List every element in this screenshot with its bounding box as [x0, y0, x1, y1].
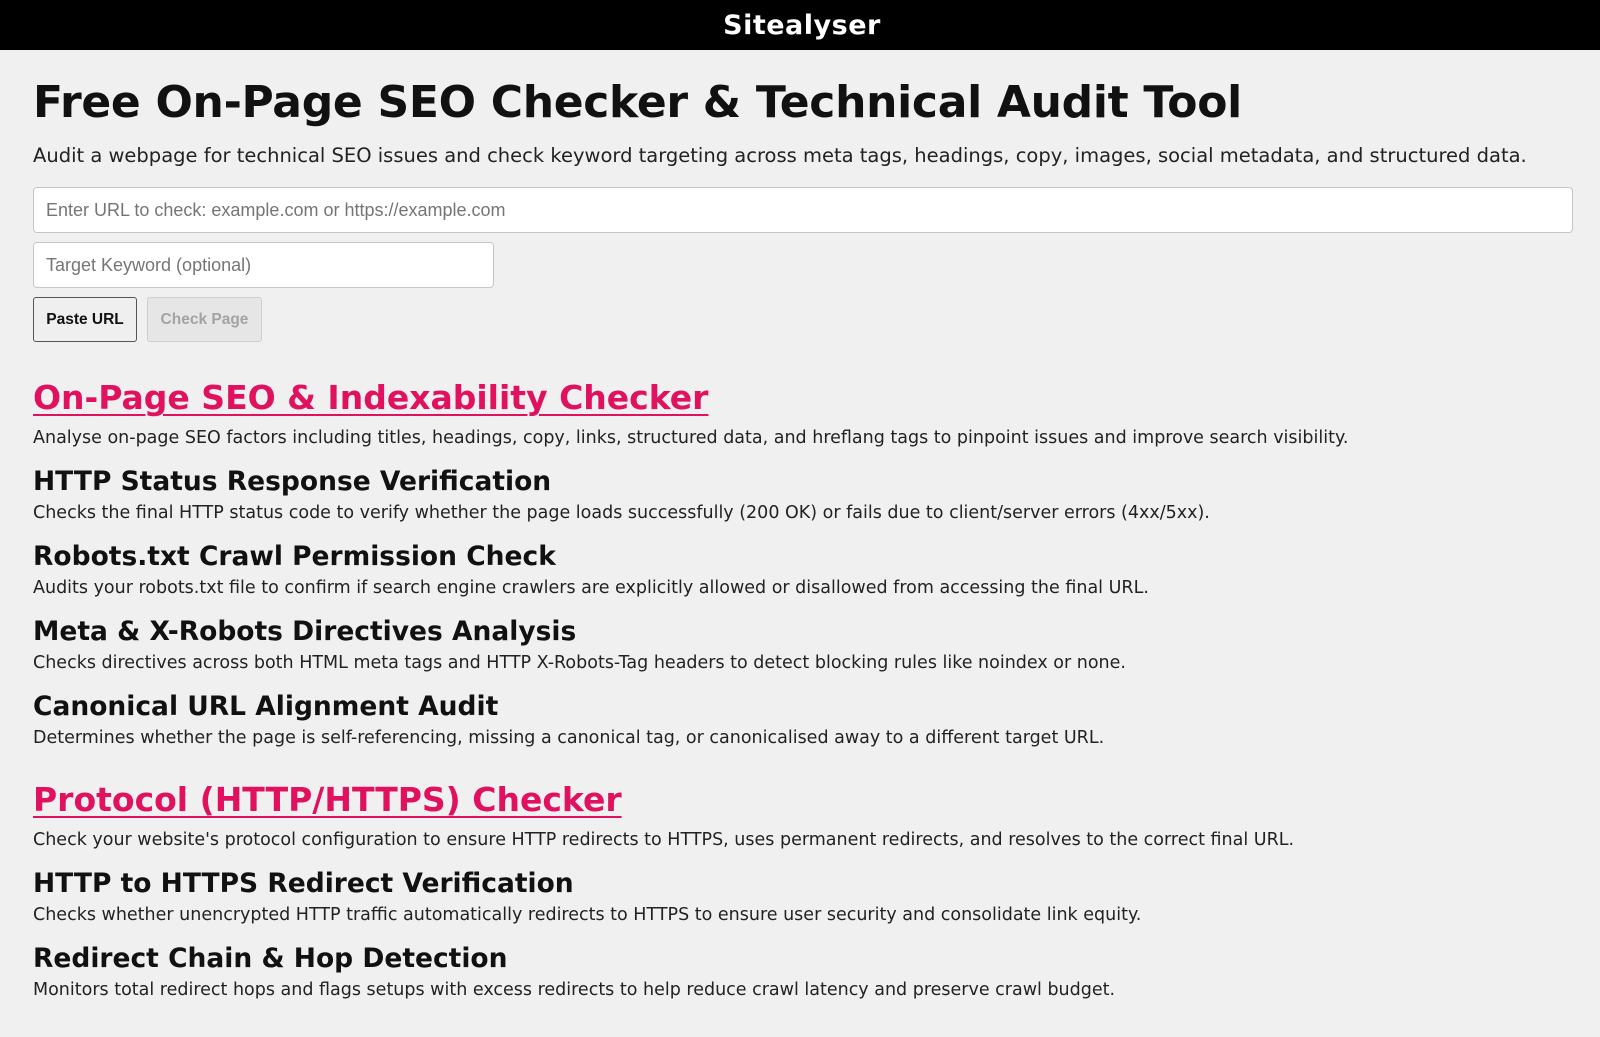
section-link-protocol-checker[interactable]: Protocol (HTTP/HTTPS) Checker — [33, 780, 622, 820]
section-link-onpage-seo[interactable]: On-Page SEO & Indexability Checker — [33, 378, 708, 418]
feature-title: Redirect Chain & Hop Detection — [33, 943, 508, 974]
section-onpage-seo: On-Page SEO & Indexability Checker Analy… — [33, 342, 1573, 750]
form-actions: Paste URL Check Page — [33, 297, 1573, 342]
feature-title: HTTP Status Response Verification — [33, 466, 552, 497]
feature-title: Robots.txt Crawl Permission Check — [33, 541, 556, 572]
check-page-button[interactable]: Check Page — [147, 297, 262, 342]
feature-title: Canonical URL Alignment Audit — [33, 691, 499, 722]
feature-description: Checks directives across both HTML meta … — [33, 653, 1126, 673]
site-header: Sitealyser — [0, 0, 1600, 50]
feature-title: HTTP to HTTPS Redirect Verification — [33, 868, 574, 899]
section-description: Analyse on-page SEO factors including ti… — [33, 428, 1349, 448]
site-logo[interactable]: Sitealyser — [723, 10, 881, 41]
page-subtitle: Audit a webpage for technical SEO issues… — [33, 144, 1527, 167]
feature-description: Determines whether the page is self-refe… — [33, 728, 1105, 748]
section-description: Check your website's protocol configurat… — [33, 830, 1295, 850]
feature-description: Checks whether unencrypted HTTP traffic … — [33, 905, 1142, 925]
feature-description: Checks the final HTTP status code to ver… — [33, 503, 1210, 523]
feature-description: Monitors total redirect hops and flags s… — [33, 980, 1116, 1000]
paste-url-button[interactable]: Paste URL — [33, 297, 137, 342]
section-protocol-checker: Protocol (HTTP/HTTPS) Checker Check your… — [33, 750, 1573, 1002]
feature-item: Meta & X-Robots Directives Analysis Chec… — [33, 616, 1573, 675]
feature-item: Redirect Chain & Hop Detection Monitors … — [33, 943, 1573, 1002]
feature-description: Audits your robots.txt file to confirm i… — [33, 578, 1149, 598]
feature-item: HTTP to HTTPS Redirect Verification Chec… — [33, 868, 1573, 927]
feature-item: Robots.txt Crawl Permission Check Audits… — [33, 541, 1573, 600]
feature-item: HTTP Status Response Verification Checks… — [33, 466, 1573, 525]
feature-title: Meta & X-Robots Directives Analysis — [33, 616, 577, 647]
feature-item: Canonical URL Alignment Audit Determines… — [33, 691, 1573, 750]
url-input[interactable] — [33, 187, 1573, 233]
page-title: Free On-Page SEO Checker & Technical Aud… — [33, 77, 1242, 128]
target-keyword-input[interactable] — [33, 242, 494, 288]
main-content: Free On-Page SEO Checker & Technical Aud… — [33, 50, 1573, 1002]
